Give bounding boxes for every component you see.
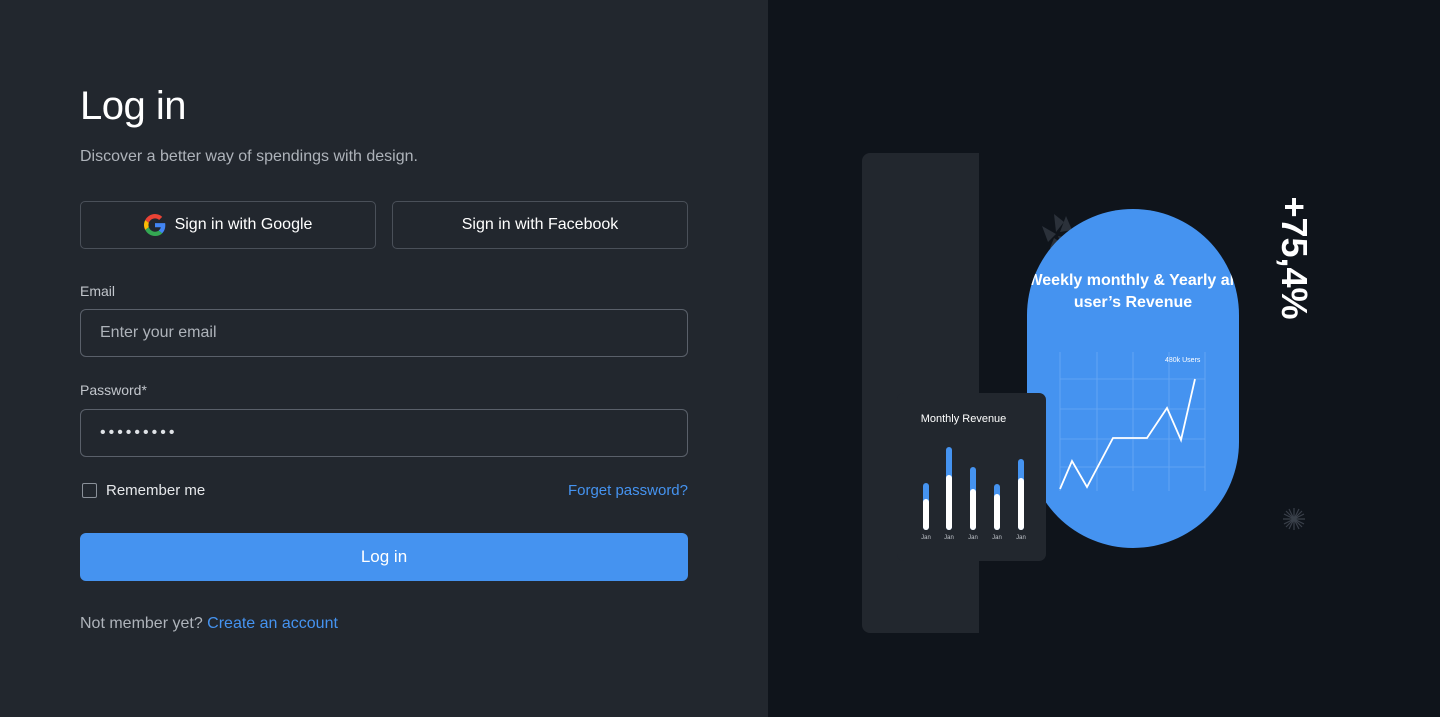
google-button-label: Sign in with Google: [174, 216, 313, 233]
email-label: Email: [80, 283, 116, 299]
checkbox-icon[interactable]: [82, 483, 97, 498]
bar-label-5: Jan: [1016, 535, 1026, 541]
sunburst-icon: [1283, 508, 1305, 530]
email-field[interactable]: [80, 309, 688, 357]
google-icon: [143, 214, 165, 236]
signup-prompt: Not member yet? Create an account: [80, 615, 338, 633]
page-subtitle: Discover a better way of spendings with …: [80, 148, 418, 165]
sign-in-google-button[interactable]: Sign in with Google: [80, 201, 376, 249]
monthly-revenue-bar-chart: Jan Jan Jan Jan Jan: [921, 447, 1026, 541]
bar-label-4: Jan: [992, 535, 1002, 541]
growth-percentage: +75,4%: [1274, 196, 1315, 320]
page-title: Log in: [80, 84, 186, 128]
remember-me-label: Remember me: [106, 482, 206, 499]
sign-in-facebook-button[interactable]: Sign in with Facebook: [392, 201, 688, 249]
revenue-line: [1059, 378, 1196, 490]
monthly-revenue-card: Monthly Revenue Jan Jan Jan Jan Jan: [897, 393, 1046, 561]
remember-me-checkbox[interactable]: Remember me: [82, 482, 205, 499]
revenue-card: Weekly monthly & Yearly all user’s Reven…: [1027, 209, 1239, 548]
revenue-line-chart: [1059, 352, 1206, 491]
password-label: Password*: [80, 382, 147, 398]
bar-label-1: Jan: [921, 535, 931, 541]
password-field[interactable]: [80, 409, 688, 457]
facebook-button-label: Sign in with Facebook: [461, 216, 619, 233]
bar-label-3: Jan: [968, 535, 978, 541]
create-account-link[interactable]: Create an account: [207, 615, 338, 632]
bar-label-2: Jan: [944, 535, 954, 541]
signup-prompt-text: Not member yet?: [80, 615, 203, 632]
forgot-password-link[interactable]: Forget password?: [568, 482, 688, 499]
login-button[interactable]: Log in: [80, 533, 688, 581]
